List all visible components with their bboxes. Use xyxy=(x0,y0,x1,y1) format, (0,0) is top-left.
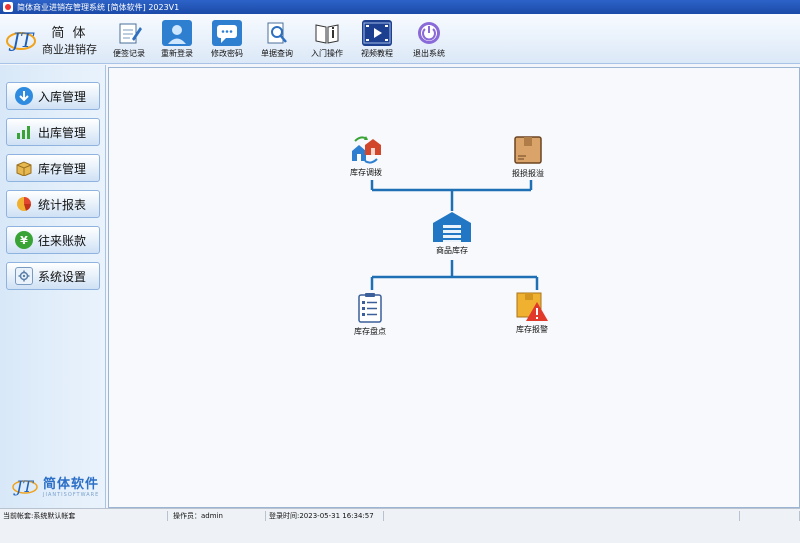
node-stock-transfer-label: 库存调拨 xyxy=(350,168,382,177)
brand-mark-icon: JT xyxy=(4,22,38,56)
change-password-button[interactable]: 修改密码 xyxy=(202,20,252,60)
sidebar-item-label: 入库管理 xyxy=(38,89,87,104)
checklist-icon xyxy=(358,293,382,323)
status-account: 当前帐套:系统默认帐套 xyxy=(0,511,168,521)
svg-text:JT: JT xyxy=(13,477,34,496)
connector-lines xyxy=(370,180,539,290)
warning-box-icon xyxy=(516,292,548,321)
bar-chart-icon xyxy=(15,123,33,141)
power-icon xyxy=(414,20,444,46)
sidebar-item-reports[interactable]: 统计报表 xyxy=(6,190,100,218)
window-title: 简体商业进销存管理系统 [简体软件] 2023V1 xyxy=(17,2,180,12)
video-icon xyxy=(362,20,392,46)
exit-system-button-label: 退出系统 xyxy=(413,49,445,58)
sidebar-item-accounts[interactable]: ¥ 往来账款 xyxy=(6,226,100,254)
getting-started-button[interactable]: 入门操作 xyxy=(302,20,352,60)
arrow-down-icon xyxy=(15,87,33,105)
footer-brand-sub: JIANTISOFTWARE xyxy=(43,491,100,498)
node-stock-alert[interactable]: 库存报警 xyxy=(515,290,549,335)
footer-brand: JT 简体软件 JIANTISOFTWARE xyxy=(10,470,102,500)
search-doc-icon xyxy=(262,20,292,46)
sidebar-item-label: 出库管理 xyxy=(38,125,87,140)
status-operator: 操作员：admin xyxy=(170,511,266,521)
damaged-box-icon xyxy=(514,136,542,164)
node-goods-inventory[interactable]: 商品库存 xyxy=(431,211,473,256)
relogin-button-label: 重新登录 xyxy=(161,49,193,58)
status-bar: 当前帐套:系统默认帐套 操作员：admin 登录时间:2023-05-31 16… xyxy=(0,508,800,543)
yen-icon: ¥ xyxy=(15,231,33,249)
notes-button[interactable]: 便签记录 xyxy=(104,20,154,60)
brand-logo: JT 简 体 商业进销存 xyxy=(4,18,104,60)
status-empty-2 xyxy=(740,511,800,521)
main-panel: 库存调拨 报损报溢 商品库存 库存盘点 库存报警 xyxy=(108,67,800,508)
node-stocktaking[interactable]: 库存盘点 xyxy=(354,292,386,337)
app-icon xyxy=(3,2,13,12)
brand-line1: 简 体 xyxy=(51,25,88,41)
node-damage-overflow-label: 报损报溢 xyxy=(512,169,544,178)
node-damage-overflow[interactable]: 报损报溢 xyxy=(512,134,544,179)
sidebar-item-label: 往来账款 xyxy=(38,233,87,248)
sidebar-item-inventory[interactable]: 库存管理 xyxy=(6,154,100,182)
sidebar-item-settings[interactable]: 系统设置 xyxy=(6,262,100,290)
gear-icon xyxy=(15,267,33,285)
notepad-icon xyxy=(114,20,144,46)
video-tutorial-button[interactable]: 视频教程 xyxy=(352,20,402,60)
pie-chart-icon xyxy=(15,195,33,213)
video-tutorial-button-label: 视频教程 xyxy=(361,49,393,58)
toolbar: JT 简 体 商业进销存 便签记录 重新登录 修改密码 单据查询 入门操作 视频… xyxy=(0,14,800,64)
chat-bubble-icon xyxy=(212,20,242,46)
node-stocktaking-label: 库存盘点 xyxy=(354,327,386,336)
user-icon xyxy=(162,20,192,46)
document-query-button-label: 单据查询 xyxy=(261,49,293,58)
sidebar: 入库管理 出库管理 库存管理 统计报表 ¥ 往来账款 系统设置 JT 简体软件 … xyxy=(0,65,106,508)
sidebar-item-outbound[interactable]: 出库管理 xyxy=(6,118,100,146)
footer-brand-mark-icon: JT xyxy=(12,477,38,496)
sidebar-item-inbound[interactable]: 入库管理 xyxy=(6,82,100,110)
exit-system-button[interactable]: 退出系统 xyxy=(404,20,454,60)
status-login-time: 登录时间:2023-05-31 16:34:57 xyxy=(266,511,384,521)
sidebar-item-label: 系统设置 xyxy=(38,269,87,284)
sidebar-item-label: 统计报表 xyxy=(38,197,87,212)
title-bar: 简体商业进销存管理系统 [简体软件] 2023V1 xyxy=(0,0,800,14)
getting-started-button-label: 入门操作 xyxy=(311,49,343,58)
warehouse-icon xyxy=(433,212,471,242)
node-stock-transfer[interactable]: 库存调拨 xyxy=(349,135,383,178)
info-book-icon xyxy=(312,20,342,46)
document-query-button[interactable]: 单据查询 xyxy=(252,20,302,60)
footer-brand-name: 简体软件 xyxy=(43,476,100,492)
notes-button-label: 便签记录 xyxy=(113,49,145,58)
transfer-houses-icon xyxy=(352,136,381,164)
svg-text:JT: JT xyxy=(8,28,35,52)
sidebar-item-label: 库存管理 xyxy=(38,161,87,176)
change-password-button-label: 修改密码 xyxy=(211,49,243,58)
node-goods-inventory-label: 商品库存 xyxy=(436,246,468,255)
box-icon xyxy=(15,159,33,177)
node-stock-alert-label: 库存报警 xyxy=(516,325,548,334)
brand-line2: 商业进销存 xyxy=(42,42,97,56)
relogin-button[interactable]: 重新登录 xyxy=(152,20,202,60)
status-empty-1 xyxy=(384,511,740,521)
